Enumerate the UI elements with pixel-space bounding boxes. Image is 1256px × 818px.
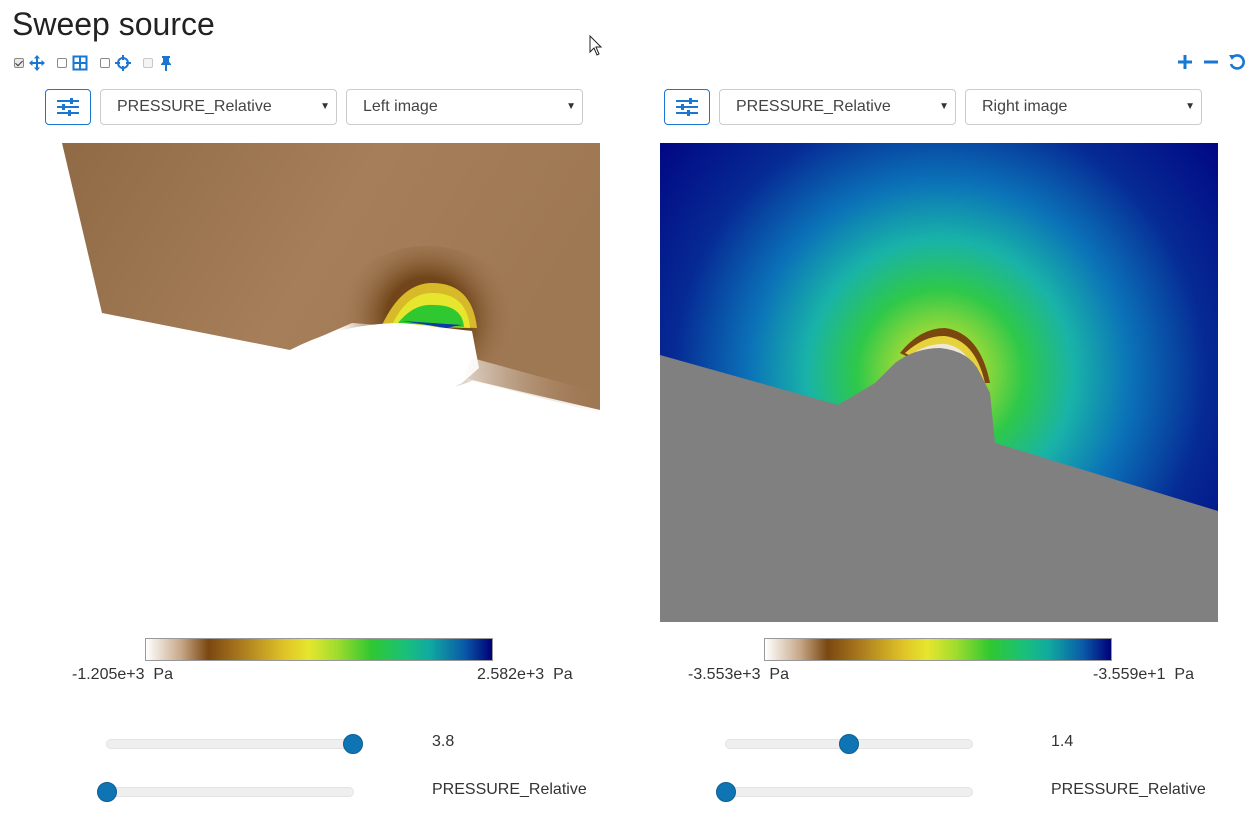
right-colorbar-min: -3.553e+3 Pa [688,666,789,683]
left-image-select[interactable]: Left image ▼ [346,89,583,125]
slider-thumb[interactable] [343,734,363,754]
left-slider-1[interactable] [106,734,363,754]
slider-thumb[interactable] [97,782,117,802]
right-settings-button[interactable] [664,89,710,125]
pin-checkbox[interactable] [143,58,153,68]
right-colorbar-max: -3.559e+1 Pa [1093,666,1194,683]
right-field-select-value: PRESSURE_Relative [736,98,891,115]
slider-thumb[interactable] [839,734,859,754]
left-slider-2[interactable] [97,782,354,802]
right-image-select-value: Right image [982,98,1068,115]
left-image-select-value: Left image [363,98,438,115]
chevron-down-icon: ▼ [566,101,576,112]
right-field-select[interactable]: PRESSURE_Relative ▼ [719,89,956,125]
reset-icon[interactable] [1228,53,1246,71]
pin-icon[interactable] [158,55,174,71]
sliders-icon [676,98,698,116]
slider-thumb[interactable] [716,782,736,802]
grid-icon[interactable] [72,55,88,71]
right-slider-1-value: 1.4 [1051,733,1074,750]
right-slider-2-label: PRESSURE_Relative [1051,781,1206,798]
zoom-out-icon[interactable] [1202,53,1220,71]
right-panel-controls: PRESSURE_Relative ▼ Right image ▼ [664,89,1211,125]
left-panel-controls: PRESSURE_Relative ▼ Left image ▼ [45,89,592,125]
left-colorbar [145,638,493,661]
sliders-icon [57,98,79,116]
crosshair-checkbox[interactable] [100,58,110,68]
right-colorbar [764,638,1112,661]
right-slider-2[interactable] [716,782,973,802]
pan-checkbox[interactable] [14,58,24,68]
zoom-in-icon[interactable] [1176,53,1194,71]
mouse-cursor-icon [589,35,603,56]
move-icon[interactable] [29,55,45,71]
right-slider-1[interactable] [725,734,973,754]
crosshair-icon[interactable] [115,55,131,71]
left-field-select-value: PRESSURE_Relative [117,98,272,115]
left-slider-2-label: PRESSURE_Relative [432,781,587,798]
zoom-controls [1176,53,1246,71]
left-field-select[interactable]: PRESSURE_Relative ▼ [100,89,337,125]
right-image-select[interactable]: Right image ▼ [965,89,1202,125]
left-colorbar-max: 2.582e+3 Pa [477,666,573,683]
left-render-view[interactable] [42,143,600,622]
chevron-down-icon: ▼ [1185,101,1195,112]
view-toolbar [14,55,186,71]
left-slider-1-value: 3.8 [432,733,455,750]
left-colorbar-min: -1.205e+3 Pa [72,666,173,683]
page-title: Sweep source [12,6,215,42]
right-render-view[interactable] [660,143,1218,622]
chevron-down-icon: ▼ [939,101,949,112]
left-settings-button[interactable] [45,89,91,125]
grid-checkbox[interactable] [57,58,67,68]
chevron-down-icon: ▼ [320,101,330,112]
